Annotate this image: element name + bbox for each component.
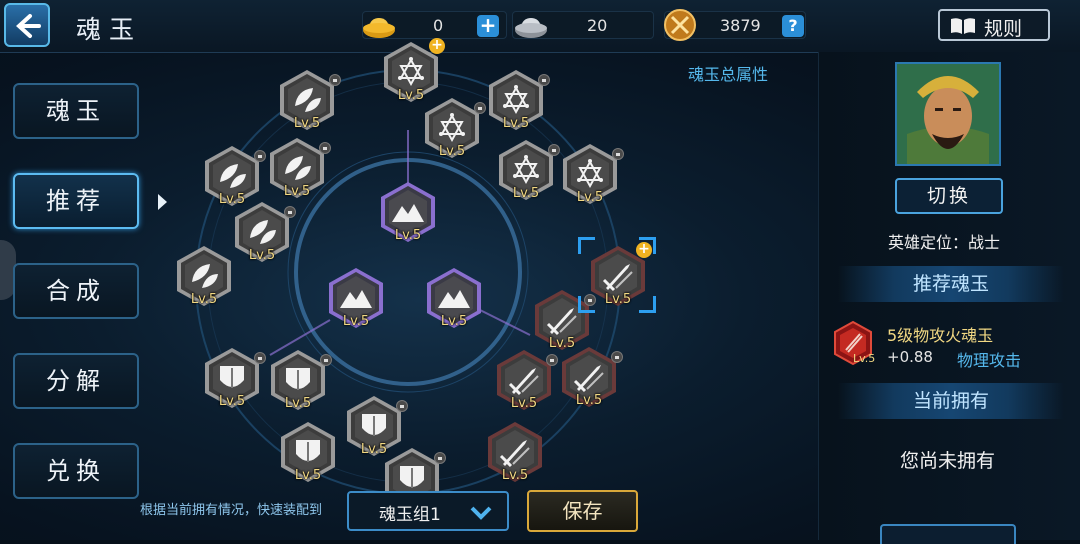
sidebar-item-soul-jade[interactable]: 魂玉 xyxy=(13,83,139,139)
preset-dropdown[interactable]: 魂玉组1 xyxy=(347,491,509,531)
gem-slot-shield[interactable]: Lv.5 xyxy=(200,346,266,418)
page-title: 魂玉 xyxy=(76,15,143,44)
gold-ingot-icon xyxy=(363,18,395,38)
gem-level-label: Lv.5 xyxy=(575,393,603,408)
lock-icon xyxy=(329,74,341,86)
back-button[interactable] xyxy=(4,3,50,47)
gem-slot-mountain[interactable]: Lv.5 xyxy=(376,180,440,252)
gem-slot-shield[interactable]: Lv.5 xyxy=(266,348,332,420)
add-gold-button[interactable]: + xyxy=(477,15,499,37)
help-button[interactable]: ? xyxy=(782,15,804,37)
back-arrow-icon xyxy=(16,14,41,38)
gem-level-label: Lv.5 xyxy=(218,394,246,409)
recommend-section-header: 推荐魂玉 xyxy=(838,266,1064,302)
hero-portrait xyxy=(895,62,1001,166)
recommend-bonus-value: +0.88 xyxy=(887,348,933,366)
active-indicator-arrow xyxy=(158,194,167,210)
bottom-right-button[interactable] xyxy=(880,524,1016,544)
gem-level-label: Lv.5 xyxy=(190,292,218,307)
gem-level-label: Lv.5 xyxy=(501,468,529,483)
switch-hero-button[interactable]: 切换 xyxy=(895,178,1003,214)
gem-level-label: Lv.5 xyxy=(248,248,276,263)
selection-frame xyxy=(578,237,656,313)
total-attributes-title[interactable]: 魂玉总属性 xyxy=(688,61,768,85)
sidebar-item-decompose[interactable]: 分解 xyxy=(13,353,139,409)
gem-slot-star[interactable]: Lv.5 xyxy=(484,68,550,140)
gem-level-label: Lv.5 xyxy=(576,190,604,205)
gold-value: 0 xyxy=(433,16,444,35)
rules-button[interactable]: 规则 xyxy=(938,9,1050,41)
quick-equip-hint: 根据当前拥有情况，快速装配到 xyxy=(140,503,323,518)
gem-level-label: Lv.5 xyxy=(342,314,370,329)
gem-level-label: Lv.5 xyxy=(293,116,321,131)
sidebar-item-recommend[interactable]: 推荐 xyxy=(13,173,139,229)
lock-icon xyxy=(254,352,266,364)
gem-slot-sword[interactable]: Lv.5 xyxy=(557,345,623,417)
gem-slot-leaf[interactable]: Lv.5 xyxy=(230,200,296,272)
not-owned-text: 您尚未拥有 xyxy=(900,450,996,472)
rules-label: 规则 xyxy=(984,18,1023,40)
gem-slot-star[interactable]: Lv.5 xyxy=(420,96,486,168)
gem-slot-leaf[interactable]: Lv.5 xyxy=(265,136,331,208)
sidebar-item-compose[interactable]: 合成 xyxy=(13,263,139,319)
lock-icon xyxy=(319,142,331,154)
gem-level-label: Lv.5 xyxy=(284,396,312,411)
sidebar-item-exchange[interactable]: 兑换 xyxy=(13,443,139,499)
gem-slot-star[interactable]: Lv.5 xyxy=(494,138,560,210)
owned-section-header: 当前拥有 xyxy=(838,383,1064,419)
recommend-gem-name: 5级物攻火魂玉 xyxy=(887,326,994,345)
gem-slot-leaf[interactable]: Lv.5 xyxy=(275,68,341,140)
lock-icon xyxy=(396,400,408,412)
gem-slot-leaf[interactable]: Lv.5 xyxy=(172,244,236,316)
lock-icon xyxy=(538,74,550,86)
gem-slot-mountain[interactable]: Lv.5 xyxy=(422,266,486,338)
gem-level-label: Lv.5 xyxy=(394,228,422,243)
recommend-bonus-type: 物理攻击 xyxy=(957,351,1022,370)
token-value: 3879 xyxy=(720,16,761,35)
gem-slot-mountain[interactable]: Lv.5 xyxy=(324,266,388,338)
hero-portrait-image xyxy=(897,64,999,164)
gem-level-label: Lv.5 xyxy=(283,184,311,199)
gem-level-label: Lv.5 xyxy=(502,116,530,131)
lock-icon xyxy=(474,102,486,114)
preset-dropdown-value: 魂玉组1 xyxy=(379,505,441,525)
lock-icon xyxy=(320,354,332,366)
save-button[interactable]: 保存 xyxy=(527,490,638,532)
gem-slot-star[interactable]: Lv.5 xyxy=(558,142,624,214)
gem-level-label: Lv.5 xyxy=(438,144,466,159)
chevron-down-icon xyxy=(470,506,492,520)
silver-value: 20 xyxy=(587,16,608,35)
silver-ingot-icon xyxy=(515,18,547,38)
gem-level-label: Lv.5 xyxy=(512,186,540,201)
lock-icon xyxy=(434,452,446,464)
lock-icon xyxy=(611,351,623,363)
recommend-gem-level: Lv.5 xyxy=(853,352,876,365)
gem-level-label: Lv.5 xyxy=(510,396,538,411)
crossed-swords-coin-icon xyxy=(664,9,696,41)
gem-level-label: Lv.5 xyxy=(294,468,322,483)
gem-slot-sword[interactable]: Lv.5 xyxy=(483,420,547,492)
hero-role: 英雄定位：战士 xyxy=(888,233,1001,252)
gem-level-label: Lv.5 xyxy=(440,314,468,329)
gem-slot-sword[interactable]: Lv.5 xyxy=(492,348,558,420)
gem-upgrade-plus-icon[interactable]: + xyxy=(429,38,445,54)
lock-icon xyxy=(612,148,624,160)
lock-icon xyxy=(284,206,296,218)
lock-icon xyxy=(254,150,266,162)
gem-slot-shield[interactable]: Lv.5 xyxy=(276,420,340,492)
book-icon xyxy=(951,18,975,34)
